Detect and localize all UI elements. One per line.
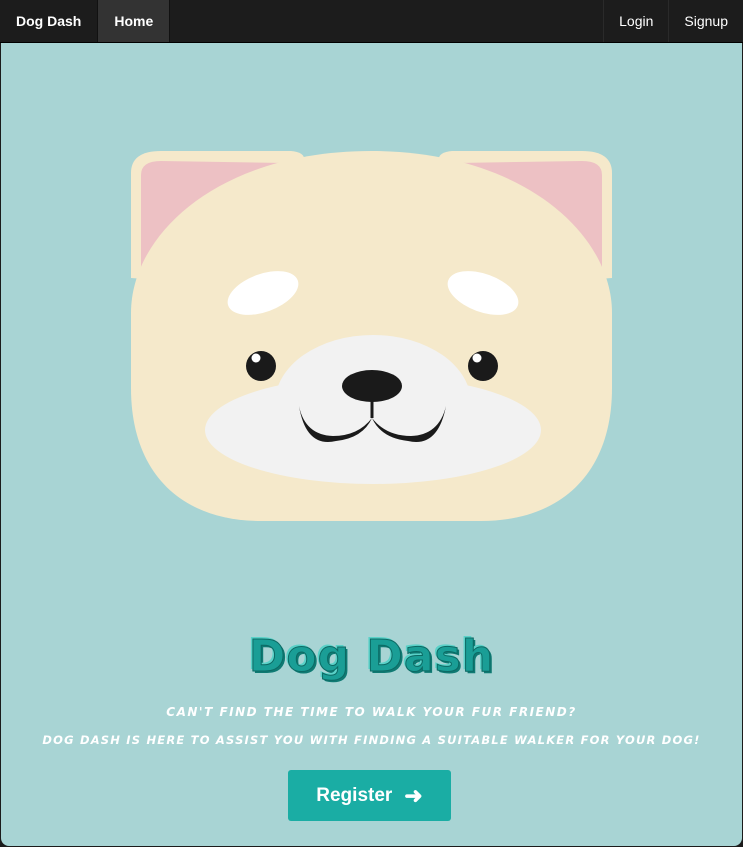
nav-login[interactable]: Login xyxy=(603,0,668,42)
register-button-label: Register xyxy=(316,784,393,806)
register-button[interactable]: Register ➜ xyxy=(288,770,451,821)
hero-tagline-2: Dog Dash is here to assist you with find… xyxy=(42,733,701,747)
hero-tagline-1: Can't find the time to walk your fur fri… xyxy=(166,705,577,719)
nav-right-group: Login Signup xyxy=(603,0,743,42)
navbar: Dog Dash Home Login Signup xyxy=(0,0,743,43)
dog-face-illustration xyxy=(131,151,612,521)
hero-section: Dog Dash Can't find the time to walk you… xyxy=(1,43,742,846)
right-eye xyxy=(468,351,498,381)
brand-link[interactable]: Dog Dash xyxy=(0,0,97,42)
dog-nose xyxy=(342,370,402,402)
arrow-right-icon: ➜ xyxy=(404,782,423,808)
hero-title: Dog Dash xyxy=(248,631,495,683)
left-eye xyxy=(246,351,276,381)
nav-home[interactable]: Home xyxy=(97,0,171,42)
nav-signup[interactable]: Signup xyxy=(668,0,743,42)
